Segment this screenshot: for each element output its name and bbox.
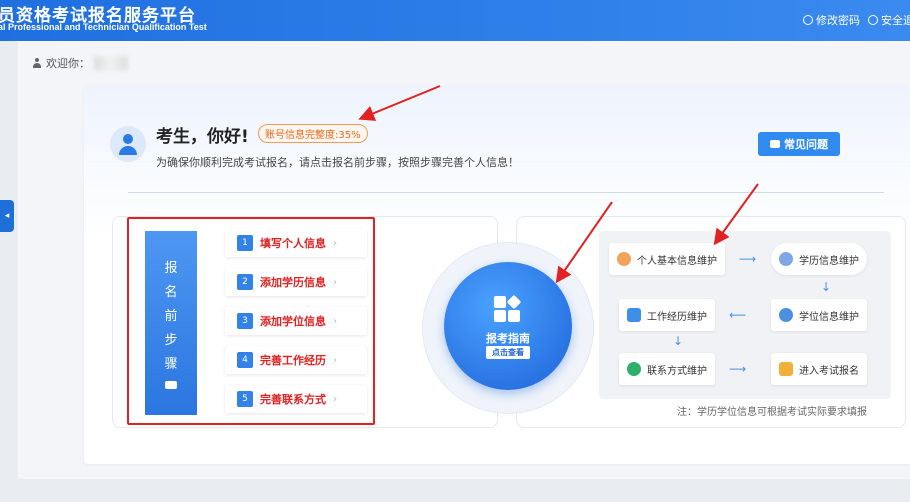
chevron-right-icon: ›	[333, 354, 337, 366]
step-number: 2	[237, 274, 253, 290]
apps-icon	[494, 294, 522, 324]
arrow-right-icon: ⟶	[739, 252, 757, 266]
main-card: 考生，你好! 账号信息完整度:35% 为确保你顺利完成考试报名，请点击报名前步骤…	[84, 86, 910, 464]
sidebar-toggle[interactable]: ◂	[0, 200, 14, 232]
flow-node-work: 工作经历维护	[619, 299, 715, 331]
logout-link[interactable]: 安全退	[868, 12, 910, 28]
greeting-title: 考生，你好!	[156, 127, 249, 147]
change-password-link[interactable]: 修改密码	[803, 12, 860, 28]
chevron-right-icon: ›	[333, 237, 337, 249]
arrow-down-icon: ↓	[821, 280, 832, 294]
clipboard-icon	[779, 362, 793, 376]
edit-icon	[803, 15, 813, 25]
arrow-right-icon: ⟶	[729, 362, 747, 376]
completeness-badge: 账号信息完整度:35%	[258, 124, 368, 143]
chevron-right-icon: ›	[333, 393, 337, 405]
exam-guide-title: 报考指南	[486, 332, 530, 345]
flow-node-contact: 联系方式维护	[619, 353, 715, 385]
chevron-right-icon: ›	[333, 276, 337, 288]
header-actions: 修改密码 安全退	[803, 12, 910, 28]
step-label: 完善工作经历	[260, 354, 326, 367]
chevron-right-icon: ›	[333, 315, 337, 327]
top-header: 员资格考试报名服务平台 al Professional and Technici…	[0, 0, 910, 41]
faq-button[interactable]: 常见问题	[758, 132, 840, 156]
step-number: 5	[237, 391, 253, 407]
avatar	[110, 126, 146, 162]
pointing-hand-icon	[770, 140, 780, 148]
step-label: 添加学位信息	[260, 315, 326, 328]
greeting-tip: 为确保你顺利完成考试报名，请点击报名前步骤，按照步骤完善个人信息！	[156, 156, 519, 169]
person-icon	[617, 252, 631, 266]
flow-node-label: 进入考试报名	[799, 365, 859, 377]
welcome-label: 欢迎你：	[46, 57, 90, 70]
flow-node-basic-info: 个人基本信息维护	[609, 243, 725, 275]
step-fill-personal-info[interactable]: 1 填写个人信息 ›	[225, 229, 367, 257]
flow-node-enroll: 进入考试报名	[771, 353, 867, 385]
step-contact-info[interactable]: 5 完善联系方式 ›	[225, 385, 367, 413]
step-work-experience[interactable]: 4 完善工作经历 ›	[225, 346, 367, 374]
briefcase-icon	[627, 308, 641, 322]
blurred-username	[94, 56, 128, 70]
phone-icon	[627, 362, 641, 376]
step-label: 完善联系方式	[260, 393, 326, 406]
arrow-left-icon: ⟵	[729, 308, 747, 322]
divider	[128, 192, 884, 193]
power-icon	[868, 15, 878, 25]
step-label: 填写个人信息	[260, 237, 326, 250]
flow-note: 注：学历学位信息可根据考试实际要求填报	[677, 407, 867, 418]
step-number: 3	[237, 313, 253, 329]
medal-icon	[779, 308, 793, 322]
faq-button-label: 常见问题	[784, 138, 828, 151]
flow-node-degree: 学位信息维护	[771, 299, 867, 331]
flow-node-label: 个人基本信息维护	[637, 255, 717, 267]
flow-node-education: 学历信息维护	[771, 243, 867, 275]
flow-node-label: 联系方式维护	[647, 365, 707, 377]
flow-node-label: 学历信息维护	[799, 255, 859, 267]
user-icon	[32, 58, 42, 68]
chevron-left-icon: ◂	[4, 211, 10, 221]
flow-node-label: 工作经历维护	[647, 311, 707, 323]
graduation-cap-icon	[779, 252, 793, 266]
flow-node-label: 学位信息维护	[799, 311, 859, 323]
arrow-down-icon: ↓	[673, 334, 684, 348]
view-guide-button[interactable]: 点击查看	[486, 346, 530, 359]
step-number: 1	[237, 235, 253, 251]
exam-guide-button[interactable]: 报考指南 点击查看	[444, 262, 572, 390]
step-number: 4	[237, 352, 253, 368]
welcome-bar: 欢迎你：	[32, 55, 128, 71]
step-label: 添加学历信息	[260, 276, 326, 289]
step-add-degree[interactable]: 3 添加学位信息 ›	[225, 307, 367, 335]
platform-subtitle: al Professional and Technician Qualifica…	[0, 22, 207, 32]
step-add-education[interactable]: 2 添加学历信息 ›	[225, 268, 367, 296]
